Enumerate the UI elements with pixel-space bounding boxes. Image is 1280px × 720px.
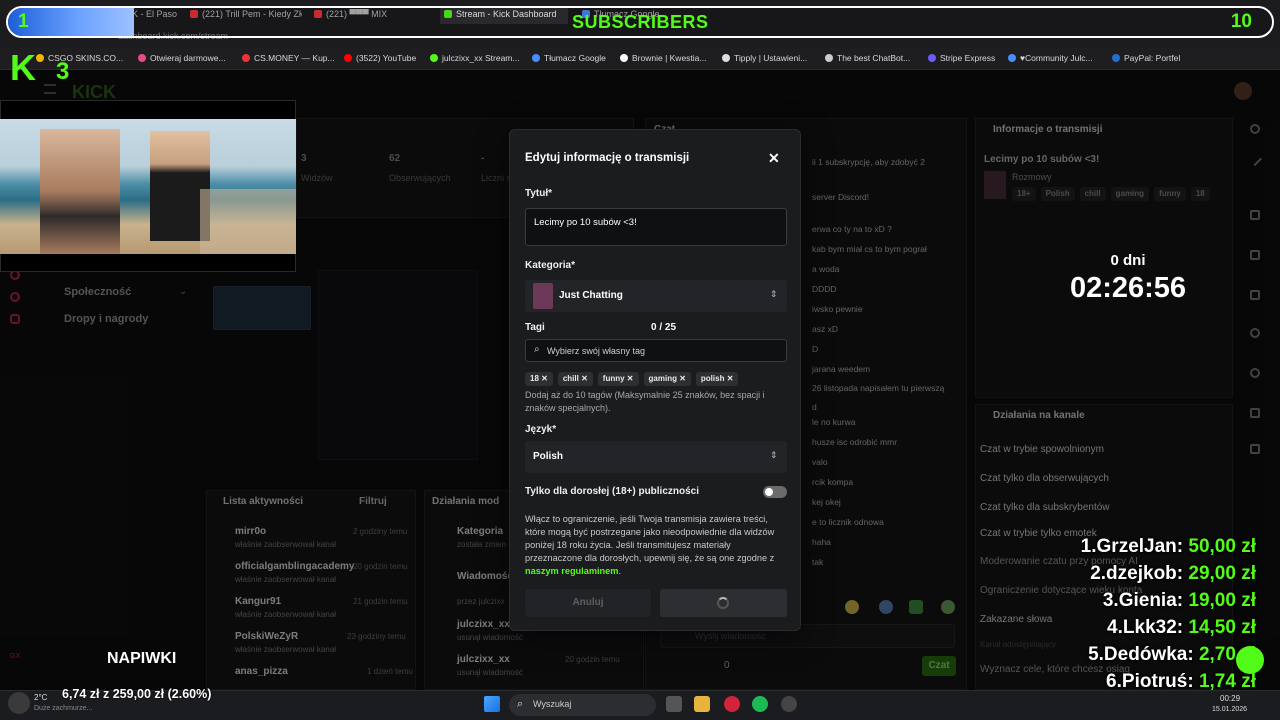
webcam-video — [0, 119, 296, 254]
clock-time: 00:29 — [1220, 694, 1241, 703]
select-arrows-icon: ⇕ — [770, 289, 778, 299]
leaderboard-entry: 4.Lkk32: 14,50 zł — [1107, 617, 1256, 638]
tags-help: Dodaj aż do 10 tagów (Maksymalnie 25 zna… — [525, 390, 765, 413]
tags-label: Tagi — [525, 322, 545, 333]
stream-timer: 02:26:56 — [1069, 272, 1187, 304]
kick-follower-count: 3 — [56, 58, 70, 85]
bookmark[interactable]: Tłumacz Google — [532, 53, 606, 63]
bookmark[interactable]: (3522) YouTube — [344, 53, 416, 63]
sand — [200, 189, 296, 254]
bookmark[interactable]: ♥Community Julc... — [1008, 53, 1093, 63]
donate-icon — [1236, 646, 1264, 674]
tag-chip[interactable]: chill ✕ — [557, 372, 593, 386]
bookmark[interactable]: The best ChatBot... — [825, 53, 910, 63]
subscriber-count: 1 — [18, 11, 29, 32]
adult-toggle[interactable] — [763, 486, 787, 498]
file-explorer-icon[interactable] — [694, 696, 710, 712]
subscriber-goal-title: SUBSCRIBERS — [572, 12, 709, 32]
leaderboard-entry: 5.Dedówka: 2,70 zł — [1088, 644, 1256, 665]
task-view-icon[interactable] — [666, 696, 682, 712]
kick-logo: K — [10, 47, 36, 88]
tags-input[interactable]: ⌕ Wybierz swój własny tag — [525, 339, 787, 362]
tag-chip[interactable]: 18 ✕ — [525, 372, 553, 386]
tips-label: NAPIWKI — [107, 650, 177, 667]
bookmark[interactable]: Otwieraj darmowe... — [138, 53, 226, 63]
bookmark[interactable]: PayPal: Portfel — [1112, 53, 1180, 63]
person — [40, 129, 120, 254]
weather-temp: 2°C — [34, 693, 48, 702]
category-select[interactable]: Just Chatting ⇕ — [525, 280, 787, 312]
leaderboard-entry: 3.Gienia: 19,00 zł — [1102, 590, 1256, 611]
search-icon: ⌕ — [517, 698, 524, 710]
tag-chip[interactable]: polish ✕ — [695, 372, 739, 386]
weather-desc: Duże zachmurze... — [34, 705, 93, 712]
title-input-value: Lecimy po 10 subów <3! — [534, 217, 637, 228]
donation-goal: 6,74 zł z 259,00 zł (2.60%) — [62, 687, 212, 701]
bookmark[interactable]: Brownie | Kwestia... — [620, 53, 707, 63]
modal-title: Edytuj informację o transmisji — [525, 152, 690, 164]
language-value: Polish — [533, 451, 564, 462]
category-thumbnail — [533, 283, 553, 309]
app-icon[interactable] — [781, 696, 797, 712]
bookmarks-bar: CSGO SKINS.CO... Otwieraj darmowe... CS.… — [0, 48, 1280, 70]
category-value: Just Chatting — [559, 290, 623, 301]
bookmark[interactable]: Stripe Express — [928, 53, 995, 63]
language-label: Język* — [525, 424, 557, 435]
bookmark[interactable]: julczixx_xx Stream... — [430, 53, 519, 63]
search-icon: ⌕ — [534, 344, 540, 355]
close-icon[interactable]: ✕ — [768, 150, 780, 167]
title-input[interactable]: Lecimy po 10 subów <3! — [525, 208, 787, 246]
edit-stream-info-modal: Edytuj informację o transmisji ✕ Tytuł* … — [509, 129, 801, 631]
tags-counter: 0 / 25 — [651, 322, 677, 333]
leaderboard-entry: 2.dzejkob: 29,00 zł — [1090, 563, 1256, 584]
title-label: Tytuł* — [525, 188, 553, 199]
opera-gx-icon[interactable] — [724, 696, 740, 712]
start-icon[interactable] — [484, 696, 500, 712]
subscriber-goal-target: 10 — [1230, 11, 1252, 32]
taskbar-search[interactable]: ⌕ Wyszukaj — [509, 694, 656, 716]
adult-label: Tylko dla dorosłej (18+) publiczności — [525, 486, 700, 497]
save-button[interactable] — [660, 589, 787, 617]
cancel-button[interactable]: Anuluj — [525, 589, 651, 617]
spotify-icon[interactable] — [752, 696, 768, 712]
tag-chip[interactable]: gaming ✕ — [643, 372, 691, 386]
bookmark[interactable]: CSGO SKINS.CO... — [36, 53, 123, 63]
tag-chip[interactable]: funny ✕ — [597, 372, 639, 386]
select-arrows-icon: ⇕ — [770, 450, 778, 460]
selected-tags: 18 ✕ chill ✕ funny ✕ gaming ✕ polish ✕ — [525, 368, 787, 386]
clock-date: 15.01.2026 — [1212, 706, 1248, 713]
leaderboard-entry: 1.GrzelJan: 50,00 zł — [1080, 536, 1256, 557]
language-select[interactable]: Polish ⇕ — [525, 441, 787, 473]
bookmark[interactable]: CS.MONEY — Kup... — [242, 53, 335, 63]
loading-spinner-icon — [717, 597, 729, 609]
category-label: Kategoria* — [525, 260, 576, 271]
weather-icon[interactable] — [8, 692, 30, 714]
bookmark[interactable]: Tipply | Ustawieni... — [722, 53, 807, 63]
taskbar-search-label: Wyszukaj — [533, 699, 572, 709]
terms-link[interactable]: naszym regulaminem — [525, 566, 618, 576]
adult-description: Włącz to ograniczenie, jeśli Twoja trans… — [525, 514, 775, 576]
tags-input-placeholder: Wybierz swój własny tag — [547, 346, 645, 356]
timer-days: 0 dni — [1110, 252, 1146, 269]
